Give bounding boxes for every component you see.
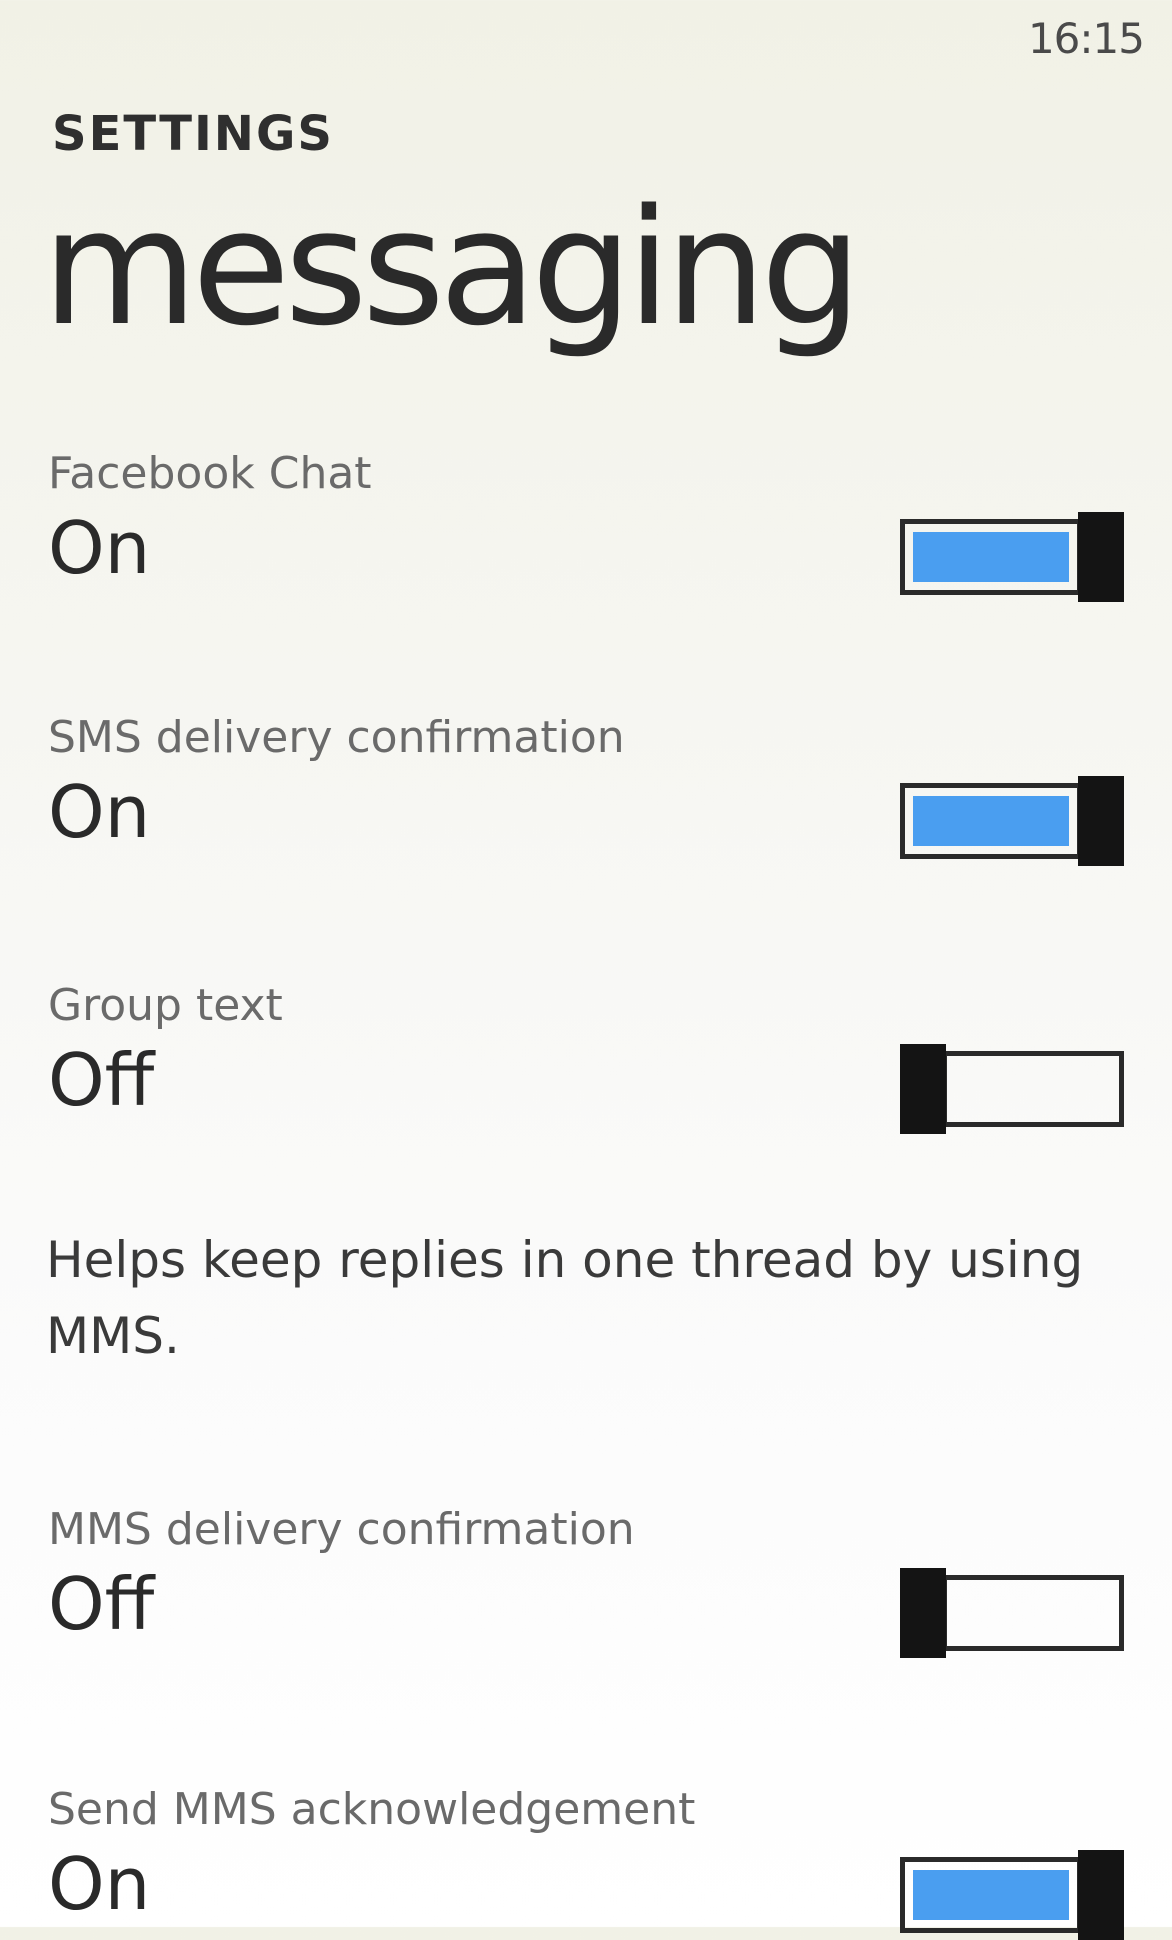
app-title: SETTINGS bbox=[52, 106, 334, 162]
toggle-thumb[interactable] bbox=[1078, 776, 1124, 866]
toggle-thumb[interactable] bbox=[900, 1568, 946, 1658]
setting-sms-delivery-confirmation[interactable]: SMS delivery confirmation On bbox=[48, 712, 1124, 866]
setting-label: Send MMS acknowledgement bbox=[48, 1784, 696, 1835]
setting-label: Facebook Chat bbox=[48, 448, 372, 499]
group-text-description: Helps keep replies in one thread by usin… bbox=[46, 1231, 1084, 1365]
toggle-fill bbox=[913, 796, 1069, 846]
toggle-track bbox=[942, 1575, 1124, 1651]
setting-group-text[interactable]: Group text Off bbox=[48, 980, 1124, 1134]
sms-delivery-confirmation-toggle[interactable] bbox=[900, 776, 1124, 866]
page-title: messaging bbox=[42, 174, 862, 361]
toggle-fill bbox=[913, 1870, 1069, 1920]
toggle-thumb[interactable] bbox=[1078, 512, 1124, 602]
mms-delivery-confirmation-toggle[interactable] bbox=[900, 1568, 1124, 1658]
setting-label: Group text bbox=[48, 980, 283, 1031]
toggle-thumb[interactable] bbox=[900, 1044, 946, 1134]
toggle-fill bbox=[913, 532, 1069, 582]
setting-mms-delivery-confirmation[interactable]: MMS delivery confirmation Off bbox=[48, 1504, 1124, 1658]
group-text-toggle[interactable] bbox=[900, 1044, 1124, 1134]
setting-facebook-chat[interactable]: Facebook Chat On bbox=[48, 448, 1124, 602]
setting-label: SMS delivery confirmation bbox=[48, 712, 625, 763]
setting-send-mms-acknowledgement[interactable]: Send MMS acknowledgement On bbox=[48, 1784, 1124, 1940]
setting-label: MMS delivery confirmation bbox=[48, 1504, 635, 1555]
toggle-track bbox=[942, 1051, 1124, 1127]
facebook-chat-toggle[interactable] bbox=[900, 512, 1124, 602]
status-time: 16:15 bbox=[1027, 14, 1145, 63]
